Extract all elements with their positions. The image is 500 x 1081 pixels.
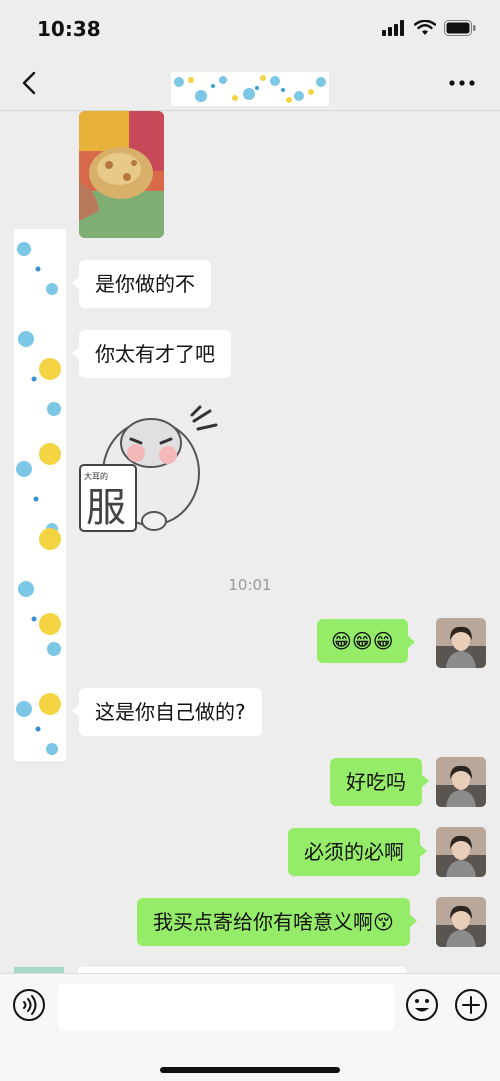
my-avatar[interactable] bbox=[436, 827, 486, 877]
food-photo[interactable] bbox=[79, 111, 164, 238]
contact-avatar[interactable] bbox=[14, 229, 66, 761]
plus-button[interactable] bbox=[454, 988, 488, 1022]
cellular-signal-icon bbox=[382, 20, 404, 36]
back-button[interactable] bbox=[14, 68, 44, 98]
my-avatar[interactable] bbox=[436, 897, 486, 947]
my-avatar[interactable] bbox=[436, 618, 486, 668]
message-text: 我买点寄给你有啥意义啊😚 bbox=[153, 910, 394, 934]
sticker-message[interactable]: 大耳的 服 bbox=[76, 403, 226, 543]
message-text: 这是你自己做的? bbox=[95, 700, 246, 724]
message-text: 你太有才了吧 bbox=[95, 342, 215, 366]
nav-bar bbox=[0, 58, 500, 111]
chevron-left-icon bbox=[22, 71, 36, 95]
message-text: 😁😁😁 bbox=[331, 629, 394, 653]
message-bubble[interactable]: 我买点寄给你有啥意义啊😚 bbox=[137, 898, 417, 946]
message-bubble[interactable]: 你太有才了吧 bbox=[72, 330, 231, 378]
chat-title-image bbox=[171, 72, 329, 106]
status-icons bbox=[382, 20, 476, 36]
message-bubble[interactable]: 😁😁😁 bbox=[317, 619, 415, 663]
message-bubble[interactable]: 是你做的不 bbox=[72, 260, 211, 308]
voice-icon bbox=[13, 989, 45, 1021]
emoji-icon bbox=[406, 989, 438, 1021]
wifi-icon bbox=[414, 20, 436, 35]
chat-area[interactable]: 是你做的不 你太有才了吧 大耳的 服 10:01 😁😁😁 这是你自己做的? 好吃… bbox=[0, 111, 500, 973]
message-input[interactable] bbox=[58, 984, 394, 1030]
message-text: 好吃吗 bbox=[346, 770, 406, 794]
timestamp: 10:01 bbox=[228, 576, 272, 594]
message-bubble[interactable]: 好吃吗 bbox=[330, 758, 429, 806]
voice-button[interactable] bbox=[12, 988, 46, 1022]
emoji-button[interactable] bbox=[405, 988, 439, 1022]
battery-icon bbox=[444, 20, 476, 36]
more-icon bbox=[449, 80, 475, 86]
my-avatar[interactable] bbox=[436, 757, 486, 807]
status-time: 10:38 bbox=[37, 17, 101, 41]
message-bubble[interactable]: 这是你自己做的? bbox=[72, 688, 262, 736]
input-bar bbox=[0, 973, 500, 1081]
home-indicator bbox=[160, 1067, 340, 1073]
status-bar: 10:38 bbox=[0, 0, 500, 58]
more-button[interactable] bbox=[444, 68, 480, 98]
message-text: 必须的必啊 bbox=[304, 840, 404, 864]
plus-icon bbox=[455, 989, 487, 1021]
message-text: 是你做的不 bbox=[95, 272, 195, 296]
sticker-main-text: 服 bbox=[86, 485, 126, 531]
sticker-small-text: 大耳的 bbox=[84, 471, 108, 481]
message-bubble[interactable]: 必须的必啊 bbox=[288, 828, 427, 876]
